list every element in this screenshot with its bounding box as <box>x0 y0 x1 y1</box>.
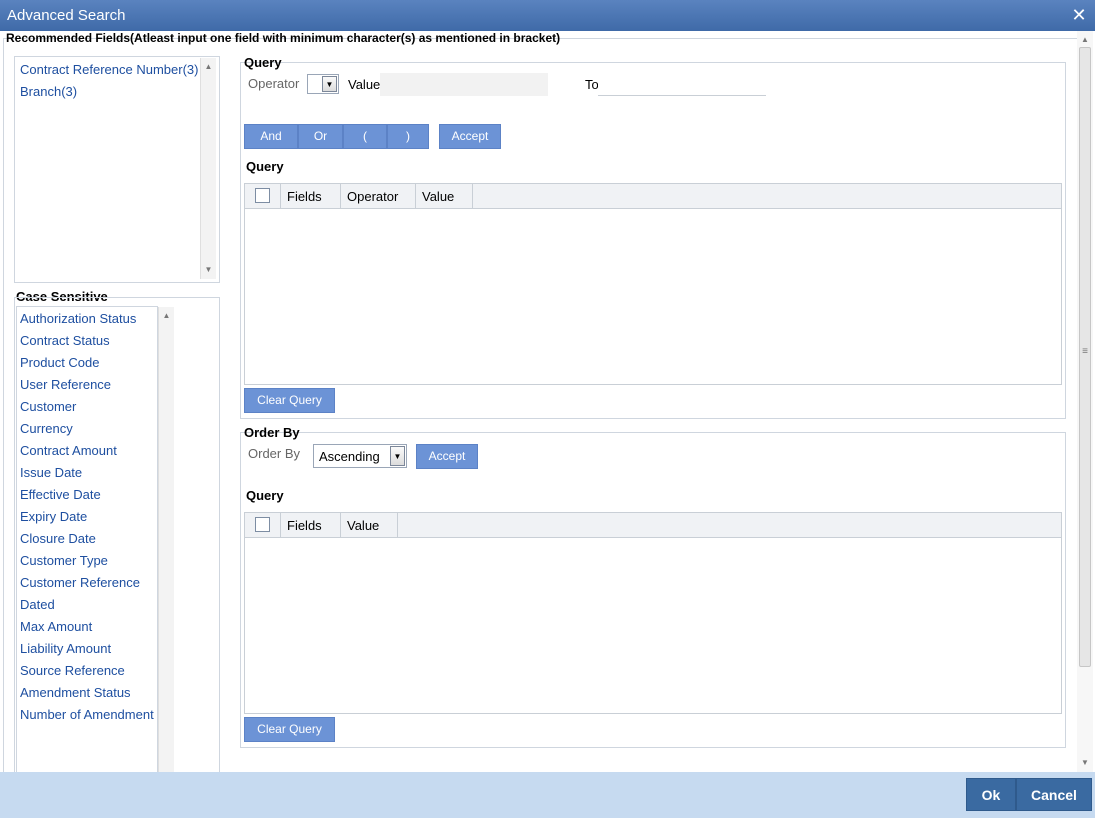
cancel-button[interactable]: Cancel <box>1016 778 1092 811</box>
dropdown-icon[interactable]: ▼ <box>322 76 337 92</box>
order-by-select[interactable]: Ascending ▼ <box>313 444 407 468</box>
recommended-fields-list: Contract Reference Number(3) Branch(3) <box>17 59 201 103</box>
to-label: To <box>585 77 599 92</box>
close-icon[interactable]: ✕ <box>1069 0 1089 31</box>
list-item-expiry-date[interactable]: Expiry Date <box>17 506 157 528</box>
list-item-product-code[interactable]: Product Code <box>17 352 157 374</box>
recommended-scrollbar[interactable]: ▲ ▼ <box>200 58 216 279</box>
recommended-fields-label: Recommended Fields(Atleast input one fie… <box>6 31 561 45</box>
list-item-dated[interactable]: Dated <box>17 594 157 616</box>
clear-query-button[interactable]: Clear Query <box>244 388 335 413</box>
order-by-selected-value: Ascending <box>319 449 380 464</box>
dropdown-icon[interactable]: ▼ <box>390 446 405 466</box>
footer-bar <box>0 772 1095 818</box>
or-button[interactable]: Or <box>298 124 343 149</box>
list-item-currency[interactable]: Currency <box>17 418 157 440</box>
and-button[interactable]: And <box>244 124 298 149</box>
select-all-cell <box>245 184 281 209</box>
value-input[interactable] <box>380 73 548 96</box>
order-grid: Fields Value <box>244 512 1062 714</box>
to-input[interactable] <box>598 73 766 96</box>
list-item-amendment-status[interactable]: Amendment Status <box>17 682 157 704</box>
operator-label: Operator <box>248 76 300 91</box>
grip-icon: ≡ <box>1082 346 1088 357</box>
list-item-contract-amount[interactable]: Contract Amount <box>17 440 157 462</box>
query-grid-title: Query <box>246 159 284 174</box>
list-item-max-amount[interactable]: Max Amount <box>17 616 157 638</box>
ok-button[interactable]: Ok <box>966 778 1016 811</box>
value-label: Value <box>348 77 381 92</box>
list-item-branch[interactable]: Branch(3) <box>17 81 201 103</box>
operator-select[interactable]: ▼ <box>307 74 339 94</box>
window-title-bar: Advanced Search <box>0 0 1095 31</box>
scroll-up-icon[interactable]: ▲ <box>201 62 216 72</box>
order-by-label: Order By <box>248 446 301 461</box>
query-grid: Fields Operator Value <box>244 183 1062 385</box>
case-sensitive-list: Authorization Status Contract Status Pro… <box>17 308 157 726</box>
scroll-up-icon[interactable]: ▲ <box>1077 35 1093 45</box>
column-header-fields: Fields <box>281 184 341 209</box>
list-item-contract-reference-number[interactable]: Contract Reference Number(3) <box>17 59 201 81</box>
list-item-issue-date[interactable]: Issue Date <box>17 462 157 484</box>
scroll-down-icon[interactable]: ▼ <box>201 265 216 275</box>
column-header-fields: Fields <box>281 513 341 538</box>
list-item-source-reference[interactable]: Source Reference <box>17 660 157 682</box>
main-scrollbar-thumb[interactable]: ≡ <box>1079 47 1091 667</box>
list-item-effective-date[interactable]: Effective Date <box>17 484 157 506</box>
list-item-customer[interactable]: Customer <box>17 396 157 418</box>
query-title: Query <box>244 55 282 70</box>
open-paren-button[interactable]: ( <box>343 124 387 149</box>
scroll-down-icon[interactable]: ▼ <box>1077 758 1093 768</box>
list-item-customer-type[interactable]: Customer Type <box>17 550 157 572</box>
select-all-cell <box>245 513 281 538</box>
query-accept-button[interactable]: Accept <box>439 124 501 149</box>
case-sensitive-scrollbar[interactable]: ▲ <box>158 307 174 773</box>
clear-order-query-button[interactable]: Clear Query <box>244 717 335 742</box>
list-item-user-reference[interactable]: User Reference <box>17 374 157 396</box>
select-all-checkbox[interactable] <box>255 188 270 203</box>
list-item-customer-reference[interactable]: Customer Reference <box>17 572 157 594</box>
column-header-value: Value <box>341 513 398 538</box>
scroll-up-icon[interactable]: ▲ <box>159 311 174 321</box>
select-all-checkbox[interactable] <box>255 517 270 532</box>
list-item-liability-amount[interactable]: Liability Amount <box>17 638 157 660</box>
list-item-number-of-amendment[interactable]: Number of Amendment <box>17 704 157 726</box>
window-title: Advanced Search <box>7 7 126 24</box>
query-grid-header: Fields Operator Value <box>245 184 1061 209</box>
order-grid-header: Fields Value <box>245 513 1061 538</box>
column-header-operator: Operator <box>341 184 416 209</box>
order-by-accept-button[interactable]: Accept <box>416 444 478 469</box>
list-item-closure-date[interactable]: Closure Date <box>17 528 157 550</box>
order-grid-title: Query <box>246 488 284 503</box>
order-by-title: Order By <box>244 425 300 440</box>
list-item-contract-status[interactable]: Contract Status <box>17 330 157 352</box>
column-header-value: Value <box>416 184 473 209</box>
close-paren-button[interactable]: ) <box>387 124 429 149</box>
list-item-authorization-status[interactable]: Authorization Status <box>17 308 157 330</box>
